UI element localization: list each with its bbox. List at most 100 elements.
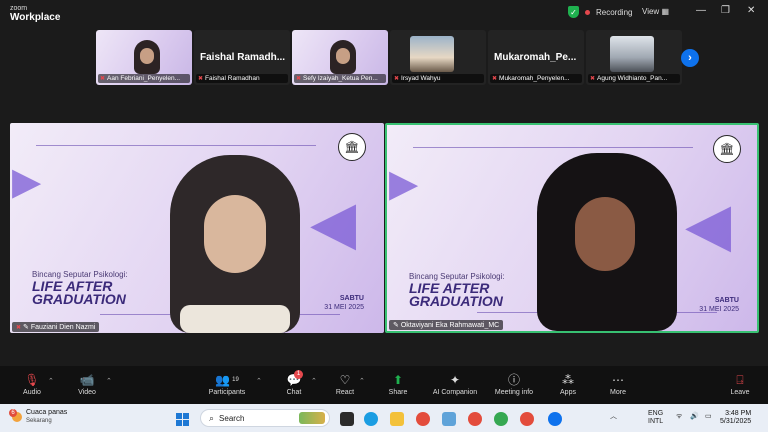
slide-date: SABTU 31 MEI 2025 <box>699 297 739 313</box>
mic-muted-icon: ✖ <box>296 76 302 82</box>
language-indicator[interactable]: ENG INTL <box>648 410 663 426</box>
edge-browser-icon[interactable] <box>364 412 378 426</box>
zoom-logo: zoom Workplace <box>10 4 61 23</box>
thumb-name: ✖ Agung Widhianto_Pan... <box>588 74 680 83</box>
profile-photo <box>610 36 654 72</box>
apps-icon: ⁂ <box>562 373 574 387</box>
app-icon[interactable] <box>442 412 456 426</box>
audio-button[interactable]: 🎙 Audio <box>20 373 44 396</box>
pin-icon: ✎ <box>23 324 31 331</box>
info-icon: ⓘ <box>507 373 520 387</box>
file-explorer-icon[interactable] <box>390 412 404 426</box>
recording-indicator[interactable]: ✓ Recording <box>568 6 632 18</box>
thumb-name: ✖ Aan Febriani_Penyelen... <box>98 74 190 83</box>
chevron-right-icon: › <box>688 52 692 64</box>
windows-taskbar: 6 Cuaca panas Sekarang ⌕ Search ︿ ENG INT… <box>0 404 768 432</box>
video-options-caret[interactable]: ⌃ <box>106 377 112 385</box>
search-placeholder: Search <box>219 413 245 423</box>
brand-line2: Workplace <box>10 12 61 23</box>
react-options-caret[interactable]: ⌃ <box>359 377 365 385</box>
meeting-info-button[interactable]: ⓘ Meeting info <box>490 373 538 396</box>
encryption-shield-icon[interactable]: ✓ <box>568 6 579 18</box>
thumb-name: ✖ Faishal Ramadhan <box>196 74 288 83</box>
sparkle-icon: ✦ <box>449 373 461 387</box>
video-tile-speaker-1[interactable]: 🏛 ▶ ◀ Bincang Seputar Psikologi: LIFE AF… <box>10 123 384 333</box>
slide-divider <box>36 145 316 146</box>
participants-icon: 👥 19 <box>215 373 239 387</box>
thumb-faishal[interactable]: Faishal Ramadh... ✖ Faishal Ramadhan <box>194 30 290 85</box>
thumb-mukaromah[interactable]: Mukaromah_Pe... ✖ Mukaromah_Penyelen... <box>488 30 584 85</box>
view-button[interactable]: View ▦ <box>642 7 669 16</box>
share-screen-icon: ⬆ <box>392 373 404 387</box>
mic-muted-icon: ✖ <box>492 76 498 82</box>
chevron-decoration-icon: ▶ <box>389 163 419 205</box>
video-button[interactable]: 📹 Video <box>74 373 100 396</box>
slide-title: LIFE AFTER GRADUATION <box>32 278 126 307</box>
mic-muted-icon: ✖ <box>16 325 22 331</box>
weather-sub: Sekarang <box>26 418 52 424</box>
video-tile-speaker-2[interactable]: 🏛 ▶ ◀ Bincang Seputar Psikologi: LIFE AF… <box>385 123 759 333</box>
face-shape <box>575 197 635 271</box>
battery-icon[interactable]: ▭ <box>705 413 712 421</box>
participants-button[interactable]: 👥 19 Participants <box>205 373 249 396</box>
chat-button[interactable]: 💬 1 Chat <box>282 370 306 396</box>
thumb-name: ✖ Irsyad Wahyu <box>392 74 484 83</box>
minimize-icon[interactable]: — <box>696 5 706 16</box>
restore-icon[interactable]: ❐ <box>721 5 730 16</box>
thumb-name: ✖ Mukaromah_Penyelen... <box>490 74 582 83</box>
slide-date: SABTU 31 MEI 2025 <box>324 295 364 311</box>
thumb-name: ✖ Sefy Izaiyah_Ketua Pen... <box>294 74 386 83</box>
volume-icon[interactable]: 🔊 <box>690 413 699 421</box>
audio-options-caret[interactable]: ⌃ <box>48 377 54 385</box>
slide-title: LIFE AFTER GRADUATION <box>409 280 503 309</box>
react-button[interactable]: ♡ React <box>332 373 358 396</box>
leave-button[interactable]: ⍈ Leave <box>728 373 752 396</box>
view-label: View <box>642 7 660 16</box>
task-view-icon[interactable] <box>340 412 354 426</box>
apps-button[interactable]: ⁂ Apps <box>556 373 580 396</box>
participant-video <box>160 155 310 333</box>
weather-title: Cuaca panas <box>26 409 68 416</box>
thumb-irsyad[interactable]: ✖ Irsyad Wahyu <box>390 30 486 85</box>
university-logo-icon: 🏛 <box>713 135 741 163</box>
participant-face <box>336 48 350 64</box>
tray-overflow-chevron-icon[interactable]: ︿ <box>610 413 617 421</box>
taskbar-search[interactable]: ⌕ Search <box>200 409 330 427</box>
participant-video <box>527 153 687 331</box>
mic-muted-icon: 🎙 <box>24 373 40 387</box>
thumb-sefy[interactable]: ✖ Sefy Izaiyah_Ketua Pen... <box>292 30 388 85</box>
heart-icon: ♡ <box>339 373 351 387</box>
more-dots-icon: ⋯ <box>612 373 624 387</box>
slide-divider <box>413 147 693 148</box>
ai-companion-button[interactable]: ✦ AI Companion <box>430 373 480 396</box>
record-dot-icon <box>585 9 590 15</box>
wifi-icon[interactable]: ᯤ <box>676 413 682 421</box>
chrome-icon[interactable] <box>520 412 534 426</box>
participants-count: 19 <box>232 377 239 383</box>
next-page-button[interactable]: › <box>681 49 699 67</box>
chrome-icon[interactable] <box>468 412 482 426</box>
thumb-aan[interactable]: ✖ Aan Febriani_Penyelen... <box>96 30 192 85</box>
share-button[interactable]: ⬆ Share <box>386 373 410 396</box>
chrome-icon[interactable] <box>494 412 508 426</box>
profile-photo <box>410 36 454 72</box>
windows-start-icon[interactable] <box>176 413 189 426</box>
weather-widget[interactable]: 6 Cuaca panas Sekarang <box>9 409 68 425</box>
thumb-big-name: Mukaromah_Pe... <box>494 52 577 63</box>
grid-icon: ▦ <box>661 7 669 16</box>
search-highlight-image <box>299 412 325 424</box>
participants-options-caret[interactable]: ⌃ <box>256 377 262 385</box>
zoom-app-icon[interactable] <box>548 412 562 426</box>
leave-door-icon: ⍈ <box>736 373 744 387</box>
chrome-icon[interactable] <box>416 412 430 426</box>
chat-options-caret[interactable]: ⌃ <box>311 377 317 385</box>
participant-name-tag: ✖ ✎ Fauziani Dien Nazmi <box>12 322 100 332</box>
meeting-toolbar: 🎙 Audio ⌃ 📹 Video ⌃ 👥 19 Participants ⌃ 💬 1 Ch… <box>0 366 768 404</box>
pin-icon: ✎ <box>393 322 401 329</box>
close-icon[interactable]: ✕ <box>747 5 755 16</box>
more-button[interactable]: ⋯ More <box>606 373 630 396</box>
thumb-agung[interactable]: ✖ Agung Widhianto_Pan... <box>586 30 682 85</box>
zoom-window: zoom Workplace ✓ Recording View ▦ — ❐ ✕ … <box>0 0 768 404</box>
system-clock[interactable]: 3:48 PM 5/31/2025 <box>720 410 751 426</box>
weather-badge: 6 <box>9 409 17 417</box>
